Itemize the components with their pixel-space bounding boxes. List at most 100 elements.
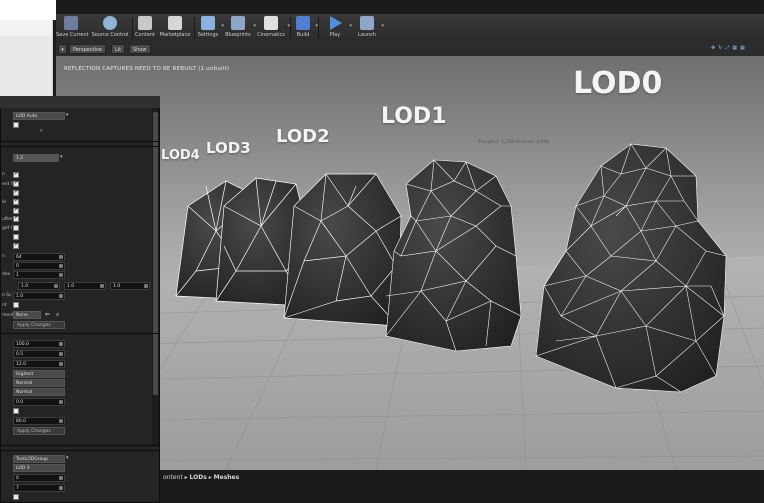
source-control-icon xyxy=(103,16,117,30)
numeric-field[interactable]: 0.5 xyxy=(13,350,65,358)
launch-icon xyxy=(360,16,374,30)
property-label: nt xyxy=(2,303,7,308)
property-checkbox[interactable] xyxy=(13,179,19,187)
cinematics-button[interactable]: Cinematics ▾ xyxy=(256,14,290,42)
show-label: Show xyxy=(133,47,147,53)
apply-changes-button[interactable]: Apply Changes xyxy=(13,427,65,435)
blueprints-icon xyxy=(231,16,245,30)
toolbar-divider xyxy=(132,17,133,39)
play-icon xyxy=(330,16,342,30)
property-label: n xyxy=(2,254,5,259)
details-scrollbar[interactable] xyxy=(153,112,158,395)
breadcrumb-item[interactable]: LODs xyxy=(190,474,207,481)
toolbar-divider xyxy=(290,17,291,39)
section-divider xyxy=(0,450,160,451)
background-window-panel xyxy=(0,36,52,96)
section-divider xyxy=(0,333,160,334)
property-checkbox[interactable] xyxy=(13,197,19,205)
property-checkbox[interactable] xyxy=(13,170,19,178)
property-label: n Sc xyxy=(2,293,12,298)
numeric-field[interactable]: 0 xyxy=(13,262,65,270)
play-button[interactable]: Play ▾ xyxy=(322,14,352,42)
content-button[interactable]: Content xyxy=(134,14,156,42)
chevron-down-icon: ▾ xyxy=(60,154,63,160)
lod3-label: LOD3 xyxy=(206,139,251,157)
lod-index-dropdown[interactable]: LOD 0 xyxy=(13,464,65,472)
search-icon[interactable]: ⌕ xyxy=(56,311,59,319)
build-button[interactable]: Build ▾ xyxy=(292,14,318,42)
numeric-field[interactable]: 0 xyxy=(13,474,65,482)
content-icon xyxy=(138,16,152,30)
transform-tools-icon[interactable]: ✥↻⤢▦▦ xyxy=(711,45,761,53)
lod-select-dropdown[interactable]: LOD Auto xyxy=(13,112,65,120)
chevron-down-icon: ▾ xyxy=(66,455,69,461)
show-button[interactable]: Show xyxy=(129,44,151,54)
normal-dropdown[interactable]: Normal xyxy=(13,388,65,396)
property-checkbox[interactable] xyxy=(13,302,19,308)
screen-size-field[interactable]: 64 xyxy=(13,253,65,261)
apply-changes-button[interactable]: Apply Changes xyxy=(13,321,65,329)
property-checkbox[interactable] xyxy=(13,234,19,240)
breadcrumb-separator-icon: ▸ xyxy=(208,474,212,481)
chevron-down-icon: ▾ xyxy=(40,128,43,134)
property-checkbox[interactable] xyxy=(13,188,19,196)
breadcrumb-item[interactable]: Meshes xyxy=(214,474,240,481)
property-label: le xyxy=(2,200,7,205)
section-divider xyxy=(0,445,160,446)
property-checkbox[interactable] xyxy=(13,241,19,249)
lod-checkbox[interactable] xyxy=(13,122,19,128)
value-dropdown[interactable]: 1.2 xyxy=(13,154,59,162)
numeric-field[interactable]: 7 xyxy=(13,484,65,492)
dropdown-arrow-icon: ▾ xyxy=(381,23,384,29)
numeric-field[interactable]: 0.0 xyxy=(13,398,65,406)
lit-button[interactable]: Lit xyxy=(111,44,126,54)
marketplace-icon xyxy=(168,16,182,30)
breadcrumb-item[interactable]: ontent xyxy=(163,474,183,481)
chevron-down-icon: ▾ xyxy=(61,47,64,53)
lod0-label: LOD0 xyxy=(573,66,663,101)
settings-icon xyxy=(201,16,215,30)
scale-y-field[interactable]: 1.0 xyxy=(64,282,106,290)
details-panel-header xyxy=(0,96,160,108)
property-checkbox[interactable] xyxy=(13,225,19,231)
numeric-field[interactable]: 12.0 xyxy=(13,360,65,368)
settings-button[interactable]: Settings ▾ xyxy=(196,14,224,42)
triangle-vertex-stats: Triangles: 1,228 Vertices: 3,064 xyxy=(478,140,550,145)
reflection-capture-warning: REFLECTION CAPTURES NEED TO BE REBUILT (… xyxy=(64,66,230,72)
numeric-field[interactable]: 80.0 xyxy=(13,417,65,425)
property-label: ment xyxy=(2,313,14,318)
lod2-label: LOD2 xyxy=(276,126,330,147)
breadcrumb-separator-icon: ▸ xyxy=(184,474,188,481)
scale-z-field[interactable]: 1.0 xyxy=(110,282,150,290)
property-checkbox[interactable] xyxy=(13,494,19,500)
none-dropdown[interactable]: None xyxy=(13,311,41,319)
normal-dropdown[interactable]: Normal xyxy=(13,379,65,387)
perspective-button[interactable]: Perspective xyxy=(69,44,106,54)
quality-dropdown[interactable]: Highest xyxy=(13,370,65,378)
property-label: dex xyxy=(2,272,11,277)
main-toolbar: Save Current Source Control Content Mark… xyxy=(56,14,764,43)
toolbar-divider xyxy=(318,17,319,39)
chevron-down-icon: ▾ xyxy=(66,112,69,118)
background-window xyxy=(0,0,56,20)
property-checkbox[interactable] xyxy=(13,214,19,222)
lit-label: Lit xyxy=(115,47,122,53)
property-checkbox[interactable] xyxy=(13,408,19,414)
viewport-options-button[interactable]: ▾ xyxy=(58,44,67,54)
cinematics-icon xyxy=(264,16,278,30)
launch-button[interactable]: Launch ▾ xyxy=(354,14,384,42)
index-field[interactable]: 1 xyxy=(13,271,65,279)
perspective-label: Perspective xyxy=(73,47,102,53)
save-current-button[interactable]: Save Current xyxy=(56,14,89,42)
numeric-field[interactable]: 1.0 xyxy=(13,292,65,300)
use-selected-arrow-icon[interactable]: ⇐ xyxy=(45,311,50,318)
marketplace-button[interactable]: Marketplace xyxy=(158,14,192,42)
lod4-label: LOD4 xyxy=(161,148,200,163)
scale-x-field[interactable]: 1.0 xyxy=(18,282,60,290)
numeric-field[interactable]: 100.0 xyxy=(13,340,65,348)
section-divider xyxy=(0,141,160,142)
build-icon xyxy=(296,16,310,30)
source-control-button[interactable]: Source Control xyxy=(90,14,130,42)
blueprints-button[interactable]: Blueprints ▾ xyxy=(224,14,256,42)
lod-group-dropdown[interactable]: TestLODGroup xyxy=(13,455,65,463)
